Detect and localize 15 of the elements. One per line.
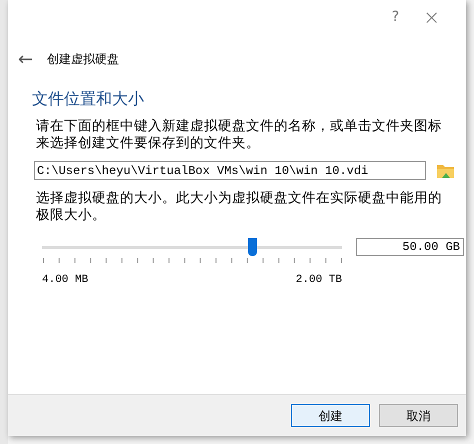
dialog-button[interactable]: 创建	[291, 404, 370, 427]
dialog-button[interactable]: 取消	[379, 404, 458, 427]
section-title: 文件位置和大小	[32, 88, 145, 110]
min-size-label: 4.00 MB	[42, 273, 88, 288]
help-button[interactable]: ?	[392, 6, 400, 28]
back-button[interactable]: ←	[18, 46, 34, 72]
dialog-title: 创建虚拟硬盘	[47, 51, 120, 68]
folder-icon[interactable]	[436, 162, 455, 179]
size-slider[interactable]	[42, 238, 342, 256]
size-field[interactable]: 50.00 GB	[356, 238, 464, 256]
size-hint-text: 选择虚拟硬盘的大小。此大小为虚拟硬盘文件在实际硬盘中能用的极限大小。	[36, 190, 443, 224]
max-size-label: 2.00 TB	[296, 273, 342, 288]
close-button[interactable]: ×	[423, 2, 440, 32]
instructions-text: 请在下面的框中键入新建虚拟硬盘文件的名称，或单击文件夹图标来选择创建文件要保存到的文件夹。	[36, 118, 443, 152]
file-path-field[interactable]: C:\Users\heyu\VirtualBox VMs\win 10\win 10.vdi	[34, 161, 426, 180]
